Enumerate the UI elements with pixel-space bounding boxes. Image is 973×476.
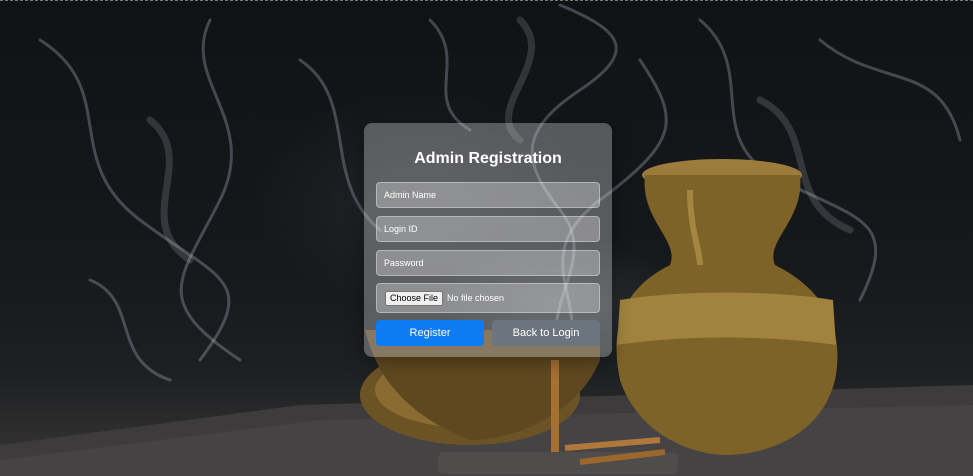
back-to-login-button[interactable]: Back to Login bbox=[492, 320, 600, 346]
login-id-input[interactable] bbox=[376, 216, 600, 242]
file-upload-field: Choose File No file chosen bbox=[376, 283, 600, 313]
password-input[interactable] bbox=[376, 250, 600, 276]
form-actions: Register Back to Login bbox=[376, 320, 600, 346]
admin-name-input[interactable] bbox=[376, 182, 600, 208]
top-border bbox=[0, 0, 973, 2]
choose-file-button[interactable]: Choose File bbox=[385, 290, 444, 306]
form-title: Admin Registration bbox=[414, 150, 562, 167]
file-status-text: No file chosen bbox=[447, 293, 505, 303]
register-button[interactable]: Register bbox=[376, 320, 484, 346]
registration-card: Admin Registration Choose File No file c… bbox=[364, 123, 612, 357]
